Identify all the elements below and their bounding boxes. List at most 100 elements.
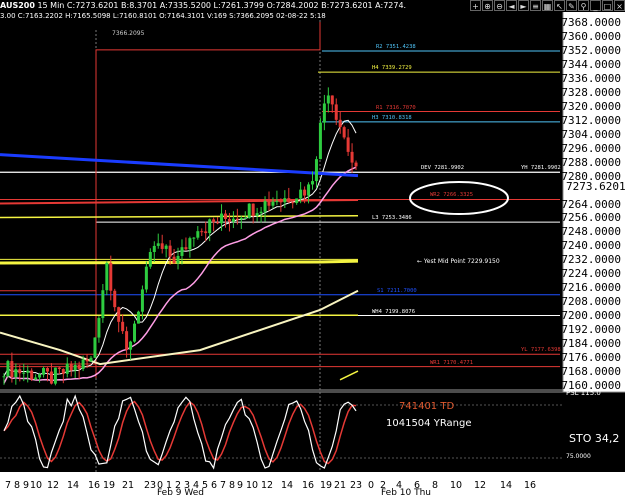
time-tick-label: 12 xyxy=(47,480,60,491)
minimize-icon[interactable]: _ xyxy=(590,0,601,11)
osc-top-label: PSL 115.0 xyxy=(566,389,601,397)
date-label-feb10: Feb 10 Thu xyxy=(381,488,432,496)
price-tick-label: 7248.0000 xyxy=(561,225,621,239)
candle-body xyxy=(267,201,271,206)
pivot-level-label: DEV 7281.9902 xyxy=(421,165,465,172)
candle-body xyxy=(291,202,295,204)
close-icon[interactable]: × xyxy=(614,0,625,11)
candle-body xyxy=(295,198,299,203)
candle-body xyxy=(239,217,243,220)
time-tick-label: 16 xyxy=(524,480,537,491)
candle-body xyxy=(204,231,208,234)
candle-body xyxy=(49,371,53,384)
price-tick-label: 7184.0000 xyxy=(561,337,621,351)
maximize-icon[interactable]: □ xyxy=(602,0,613,11)
candle-body xyxy=(188,238,192,250)
candle-body xyxy=(117,307,121,322)
td-count-text: 741401 TD xyxy=(399,401,455,412)
zoom-out-icon[interactable]: ⊖ xyxy=(494,0,505,11)
price-chart-canvas[interactable] xyxy=(0,0,625,496)
candle-body xyxy=(180,247,184,256)
scroll-right-icon[interactable]: ► xyxy=(518,0,529,11)
time-tick-label: 10 xyxy=(450,480,463,491)
time-tick-label: 21 xyxy=(334,480,347,491)
candle-body xyxy=(212,219,216,223)
candle-body xyxy=(322,103,326,123)
candle-body xyxy=(73,365,77,371)
time-tick-label: 6 xyxy=(211,480,218,491)
price-tick-label: 7320.0000 xyxy=(561,99,621,113)
time-tick-label: 14 xyxy=(281,480,294,491)
candle-body xyxy=(184,247,188,250)
candle-body xyxy=(113,290,117,308)
time-tick-label: 14 xyxy=(500,480,513,491)
candle-body xyxy=(81,359,85,369)
candle-body xyxy=(26,370,30,373)
candle-body xyxy=(164,245,168,249)
ohlc-subheader: 3.00 C:7163.2202 H:7165.5098 L:7160.8101… xyxy=(0,12,326,20)
candle-body xyxy=(18,369,22,374)
pointer-icon[interactable]: ↖ xyxy=(554,0,565,11)
candle-body xyxy=(144,266,148,290)
price-tick-label: 7208.0000 xyxy=(561,295,621,309)
candle-body xyxy=(283,198,287,203)
time-tick-label: 8 xyxy=(432,480,439,491)
time-tick-label: 19 xyxy=(320,480,333,491)
candle-body xyxy=(133,323,137,342)
candle-body xyxy=(77,365,81,369)
candle-body xyxy=(168,245,172,257)
interval-label: 15 Min xyxy=(37,1,65,10)
candle-body xyxy=(338,119,342,128)
support-line xyxy=(0,214,359,219)
candle-body xyxy=(346,137,350,152)
candle-body xyxy=(275,201,279,203)
price-tick-label: 7304.0000 xyxy=(561,127,621,141)
time-tick-label: 12 xyxy=(474,480,487,491)
candle-body xyxy=(6,361,10,377)
draw-icon[interactable]: ✎ xyxy=(566,0,577,11)
price-tick-label: 7192.0000 xyxy=(561,323,621,337)
symbol-label: AUS200 xyxy=(0,1,35,10)
bar-style-icon[interactable]: ≡ xyxy=(530,0,541,11)
zoom-in-icon[interactable]: ⊕ xyxy=(482,0,493,11)
candle-body xyxy=(89,357,93,362)
candle-body xyxy=(160,243,164,249)
candle-body xyxy=(334,104,338,120)
scroll-left-icon[interactable]: ◄ xyxy=(506,0,517,11)
candle-body xyxy=(30,370,34,380)
candle-body xyxy=(243,217,247,219)
price-tick-label: 7328.0000 xyxy=(561,85,621,99)
yrange-text: 1041504 YRange xyxy=(386,418,472,429)
last-price-box: 7273.6201 xyxy=(566,180,625,194)
price-tick-label: 7288.0000 xyxy=(561,155,621,169)
price-tick-label: 7296.0000 xyxy=(561,141,621,155)
candle-body xyxy=(38,374,42,378)
candle-body xyxy=(287,198,291,203)
pivot-level-label: YL 7177.6398 xyxy=(521,347,561,354)
candle-body xyxy=(311,181,315,185)
long-ma-line xyxy=(339,370,359,381)
candle-body xyxy=(61,369,65,374)
time-tick-label: 21 xyxy=(122,480,135,491)
candle-body xyxy=(93,337,97,358)
candle-body xyxy=(208,219,212,234)
template-icon[interactable]: ▦ xyxy=(542,0,553,11)
crosshair-icon[interactable]: + xyxy=(470,0,481,11)
candle-body xyxy=(109,262,113,291)
time-tick-label: 10 xyxy=(30,480,43,491)
candle-body xyxy=(216,222,220,224)
candle-body xyxy=(121,321,125,332)
candle-body xyxy=(125,331,129,350)
time-tick-label: 14 xyxy=(67,480,80,491)
candle-body xyxy=(14,369,18,378)
pivot-level-label: WR1 7170.4771 xyxy=(430,359,474,366)
pivot-level-label: S1 7211.7000 xyxy=(377,287,417,294)
pivot-level-label: H3 7310.8318 xyxy=(372,114,412,121)
price-tick-label: 7368.0000 xyxy=(561,16,621,29)
candle-body xyxy=(303,189,307,196)
candle-body xyxy=(176,255,180,264)
link-icon[interactable]: ⚲ xyxy=(578,0,589,11)
candle-body xyxy=(200,231,204,233)
candle-body xyxy=(57,367,61,370)
candle-body xyxy=(255,213,259,216)
